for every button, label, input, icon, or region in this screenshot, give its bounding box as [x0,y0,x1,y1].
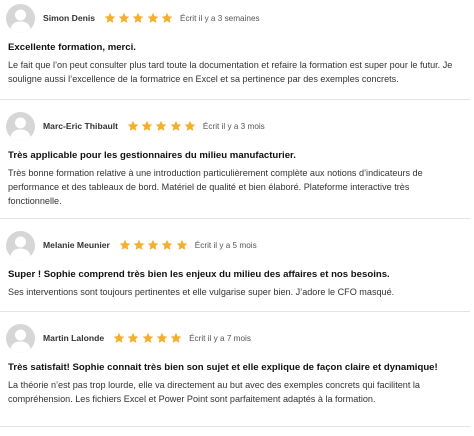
review-title: Très applicable pour les gestionnaires d… [8,150,296,161]
review-header: Martin Lalonde Écrit il y a 7 mois [6,323,468,353]
star-icon [147,12,158,23]
review-date: Écrit il y a 3 mois [202,121,265,131]
star-icon [184,120,196,131]
review-header: Melanie Meunier Écrit il y a 5 mois [6,230,468,260]
star-icon [141,120,153,131]
star-icon [161,12,173,23]
review-header: Marc-Eric Thibault Écrit il y a 3 mois [6,111,468,141]
review-divider [0,426,470,427]
review-title: Très satisfait! Sophie connait très bien… [8,362,438,373]
star-rating [113,332,184,344]
review-divider [0,99,470,100]
star-icon [118,12,130,23]
star-icon [133,239,145,250]
star-icon [170,332,182,343]
review-body: Ses interventions sont toujours pertinen… [8,287,395,297]
review-item: Martin Lalonde Écrit il y a 7 mois Très … [0,323,474,406]
star-icon [156,332,168,343]
star-icon [142,332,153,343]
review-item: Marc-Eric Thibault Écrit il y a 3 mois T… [0,111,474,208]
star-icon [155,120,167,131]
avatar-icon [6,3,35,33]
review-author: Simon Denis [43,13,96,23]
review-item: Melanie Meunier Écrit il y a 5 mois Supe… [0,230,474,299]
review-author: Martin Lalonde [43,333,105,343]
review-date: Écrit il y a 5 mois [194,240,257,250]
star-icon [127,332,139,343]
avatar-icon [6,230,35,260]
reviews-list: Simon Denis Écrit il y a 3 semaines Exce… [0,0,474,436]
review-title: Excellente formation, merci. [8,42,136,53]
star-icon [113,332,125,343]
star-rating [104,12,175,24]
star-icon [162,239,173,250]
review-date: Écrit il y a 7 mois [189,333,251,343]
star-icon [119,239,131,250]
review-date: Écrit il y a 3 semaines [180,13,260,23]
avatar-icon [6,323,35,353]
review-header: Simon Denis Écrit il y a 3 semaines [6,3,468,33]
avatar-icon [6,111,35,141]
review-divider [0,218,470,219]
review-author: Melanie Meunier [43,240,110,250]
review-item: Simon Denis Écrit il y a 3 semaines Exce… [0,3,474,86]
star-icon [170,120,181,131]
review-body: Très bonne formation relative à une intr… [8,168,423,206]
star-icon [133,12,144,23]
star-rating [127,120,198,132]
star-icon [147,239,159,250]
star-rating [119,239,190,251]
review-body: Le fait que l’on peut consulter plus tar… [8,60,453,84]
review-author: Marc-Eric Thibault [43,121,118,131]
star-icon [176,239,187,250]
review-divider [0,311,470,312]
review-body: La théorie n’est pas trop lourde, elle v… [8,380,420,404]
review-title: Super ! Sophie comprend très bien les en… [8,269,390,280]
star-icon [104,12,116,23]
star-icon [127,120,139,131]
